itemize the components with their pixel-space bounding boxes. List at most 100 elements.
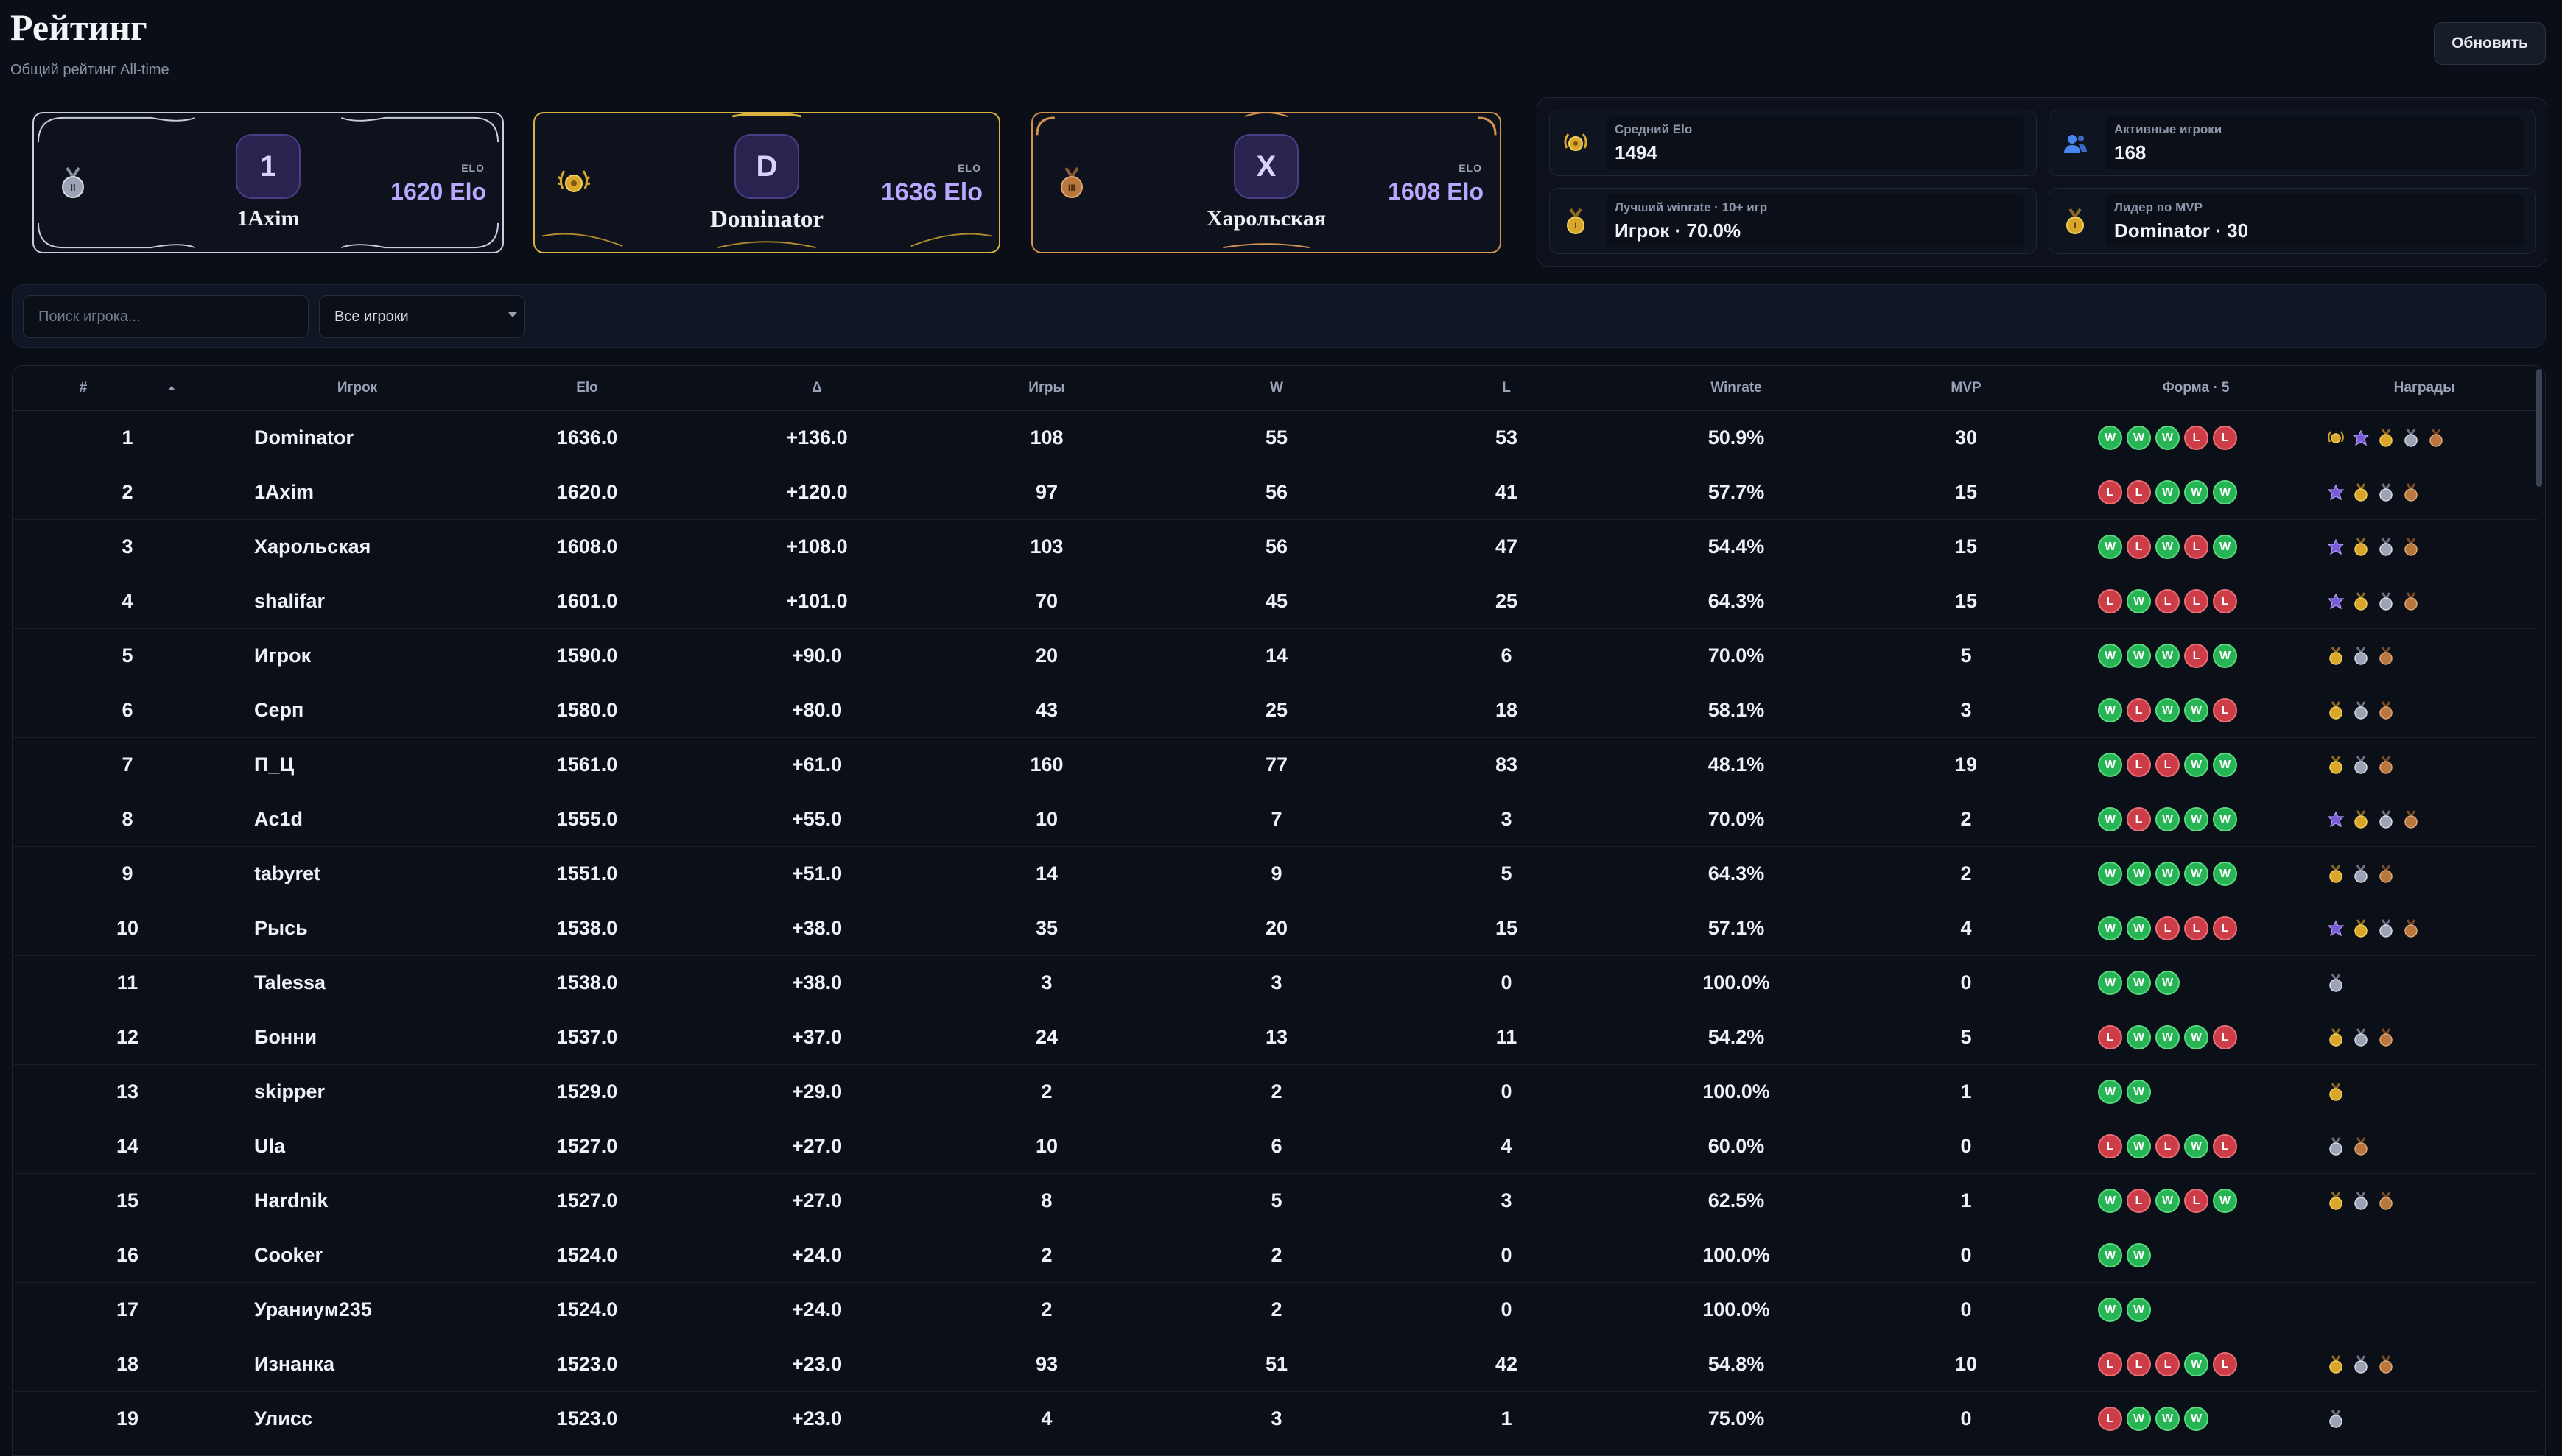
table-row[interactable]: 5 Игрок 1590.0 +90.0 20 14 6 70.0% 5 W W W L W: [13, 628, 2538, 683]
table-row[interactable]: 3 Харольская 1608.0 +108.0 103 56 47 54.4% 15 W L W…: [13, 519, 2538, 574]
bronze-award-icon[interactable]: [2376, 864, 2396, 884]
gold-award-icon[interactable]: [2326, 646, 2345, 666]
silver-award-icon[interactable]: [2351, 1027, 2370, 1047]
column-header-form[interactable]: Форма · 5: [2081, 366, 2311, 411]
column-header-games[interactable]: Игры: [932, 366, 1162, 411]
player-name-cell[interactable]: П_Ц: [242, 737, 472, 792]
silver-award-icon[interactable]: [2351, 700, 2370, 720]
bronze-award-icon[interactable]: [2376, 1354, 2396, 1374]
silver-award-icon[interactable]: [2376, 537, 2396, 557]
table-row[interactable]: 2 1Axim 1620.0 +120.0 97 56 41 57.7% 15 L L W W W: [13, 465, 2538, 520]
column-header-wins[interactable]: W: [1162, 366, 1391, 411]
player-name-cell[interactable]: Dominator: [242, 410, 472, 465]
table-row[interactable]: 10 Рысь 1538.0 +38.0 35 20 15 57.1% 4 W W L L L: [13, 901, 2538, 956]
table-row[interactable]: 18 Изнанка 1523.0 +23.0 93 51 42 54.8% 10 L L L W L: [13, 1337, 2538, 1392]
silver-award-icon[interactable]: [2351, 864, 2370, 884]
purple-award-icon[interactable]: [2326, 810, 2345, 829]
silver-award-icon[interactable]: [2376, 918, 2396, 938]
table-row[interactable]: 16 Cooker 1524.0 +24.0 2 2 0 100.0% 0 W W: [13, 1228, 2538, 1283]
table-row[interactable]: 12 Бонни 1537.0 +37.0 24 13 11 54.2% 5 L W W W L: [13, 1010, 2538, 1065]
column-header-winrate[interactable]: Winrate: [1621, 366, 1851, 411]
silver-award-icon[interactable]: [2326, 1136, 2345, 1156]
table-scrollbar[interactable]: [2536, 369, 2542, 487]
column-header-awards[interactable]: Награды: [2311, 366, 2538, 411]
bronze-award-icon[interactable]: [2426, 428, 2446, 448]
table-row[interactable]: 15 Hardnik 1527.0 +27.0 8 5 3 62.5% 1 W L W L W: [13, 1173, 2538, 1228]
table-row[interactable]: 9 tabyret 1551.0 +51.0 14 9 5 64.3% 2 W W W W W: [13, 846, 2538, 901]
player-name-cell[interactable]: skipper: [242, 1064, 472, 1119]
column-header-elo[interactable]: Elo: [472, 366, 702, 411]
column-header-losses[interactable]: L: [1391, 366, 1621, 411]
gold-award-icon[interactable]: [2326, 1354, 2345, 1374]
silver-award-icon[interactable]: [2376, 809, 2396, 829]
player-search-input[interactable]: [23, 295, 309, 338]
gold-award-icon[interactable]: [2351, 918, 2370, 938]
table-row[interactable]: 8 Ac1d 1555.0 +55.0 10 7 3 70.0% 2 W L W W W: [13, 792, 2538, 847]
purple-award-icon[interactable]: [2326, 538, 2345, 557]
gold-award-icon[interactable]: [2351, 537, 2370, 557]
bronze-award-icon[interactable]: [2376, 646, 2396, 666]
player-name-cell[interactable]: 1Axim: [242, 465, 472, 520]
player-name-cell[interactable]: Ula: [242, 1119, 472, 1174]
bronze-award-icon[interactable]: [2401, 591, 2421, 611]
table-row[interactable]: 19 Улисс 1523.0 +23.0 4 3 1 75.0% 0 L W W W: [13, 1391, 2538, 1446]
player-name-cell[interactable]: Ураниум235: [242, 1282, 472, 1337]
table-row[interactable]: 7 П_Ц 1561.0 +61.0 160 77 83 48.1% 19 W L L W W: [13, 737, 2538, 792]
table-row[interactable]: 1 Dominator 1636.0 +136.0 108 55 53 50.9% 30 W W W L…: [13, 410, 2538, 465]
gold-award-icon[interactable]: [2351, 482, 2370, 502]
purple-award-icon[interactable]: [2351, 429, 2370, 448]
laurel-award-icon[interactable]: [2326, 429, 2345, 448]
player-name-cell[interactable]: shalifar: [242, 574, 472, 629]
gold-award-icon[interactable]: [2326, 700, 2345, 720]
gold-award-icon[interactable]: [2326, 755, 2345, 775]
bronze-award-icon[interactable]: [2401, 482, 2421, 502]
table-row[interactable]: 17 Ураниум235 1524.0 +24.0 2 2 0 100.0% 0 W W: [13, 1282, 2538, 1337]
silver-award-icon[interactable]: [2376, 482, 2396, 502]
table-row[interactable]: 14 Ula 1527.0 +27.0 10 6 4 60.0% 0 L W L W L: [13, 1119, 2538, 1174]
bronze-award-icon[interactable]: [2376, 755, 2396, 775]
player-name-cell[interactable]: Talessa: [242, 955, 472, 1010]
player-name-cell[interactable]: tabyret: [242, 846, 472, 901]
gold-award-icon[interactable]: [2326, 1082, 2345, 1102]
player-name-cell[interactable]: Ac1d: [242, 792, 472, 847]
player-name-cell[interactable]: Изнанка: [242, 1337, 472, 1392]
bronze-award-icon[interactable]: [2401, 809, 2421, 829]
bronze-award-icon[interactable]: [2401, 918, 2421, 938]
player-filter-select[interactable]: Все игроки: [319, 295, 525, 338]
silver-award-icon[interactable]: [2351, 1191, 2370, 1211]
player-name-cell[interactable]: Cooker: [242, 1228, 472, 1283]
gold-award-icon[interactable]: [2376, 428, 2396, 448]
bronze-award-icon[interactable]: [2351, 1136, 2370, 1156]
silver-award-icon[interactable]: [2376, 591, 2396, 611]
column-header-delta[interactable]: Δ: [702, 366, 932, 411]
bronze-award-icon[interactable]: [2376, 1191, 2396, 1211]
sort-asc-icon[interactable]: [168, 385, 176, 390]
silver-award-icon[interactable]: [2326, 1409, 2345, 1429]
table-row[interactable]: 11 Talessa 1538.0 +38.0 3 3 0 100.0% 0 W W W: [13, 955, 2538, 1010]
table-row[interactable]: 4 shalifar 1601.0 +101.0 70 45 25 64.3% 15 L W L L L: [13, 574, 2538, 629]
column-header-mvp[interactable]: MVP: [1851, 366, 2081, 411]
table-row[interactable]: 6 Серп 1580.0 +80.0 43 25 18 58.1% 3 W L W W L: [13, 683, 2538, 738]
player-name-cell[interactable]: Hardnik: [242, 1173, 472, 1228]
column-header-rank[interactable]: #: [13, 366, 242, 411]
player-name-cell[interactable]: Игрок: [242, 628, 472, 683]
gold-award-icon[interactable]: [2326, 1191, 2345, 1211]
player-name-cell[interactable]: Харольская: [242, 519, 472, 574]
gold-award-icon[interactable]: [2351, 591, 2370, 611]
column-header-player[interactable]: Игрок: [242, 366, 472, 411]
gold-award-icon[interactable]: [2326, 1027, 2345, 1047]
purple-award-icon[interactable]: [2326, 919, 2345, 938]
player-name-cell[interactable]: Улисс: [242, 1391, 472, 1446]
table-row[interactable]: 13 skipper 1529.0 +29.0 2 2 0 100.0% 1 W W: [13, 1064, 2538, 1119]
refresh-button[interactable]: Обновить: [2434, 22, 2546, 65]
silver-award-icon[interactable]: [2351, 755, 2370, 775]
gold-award-icon[interactable]: [2351, 809, 2370, 829]
silver-award-icon[interactable]: [2351, 1354, 2370, 1374]
silver-award-icon[interactable]: [2351, 646, 2370, 666]
player-name-cell[interactable]: Серп: [242, 683, 472, 738]
purple-award-icon[interactable]: [2326, 483, 2345, 502]
podium-card-third[interactable]: III X Харольская ELO 1608 Elo: [1031, 112, 1501, 253]
bronze-award-icon[interactable]: [2376, 700, 2396, 720]
podium-card-first[interactable]: D Dominator ELO 1636 Elo: [533, 112, 1000, 253]
bronze-award-icon[interactable]: [2401, 537, 2421, 557]
